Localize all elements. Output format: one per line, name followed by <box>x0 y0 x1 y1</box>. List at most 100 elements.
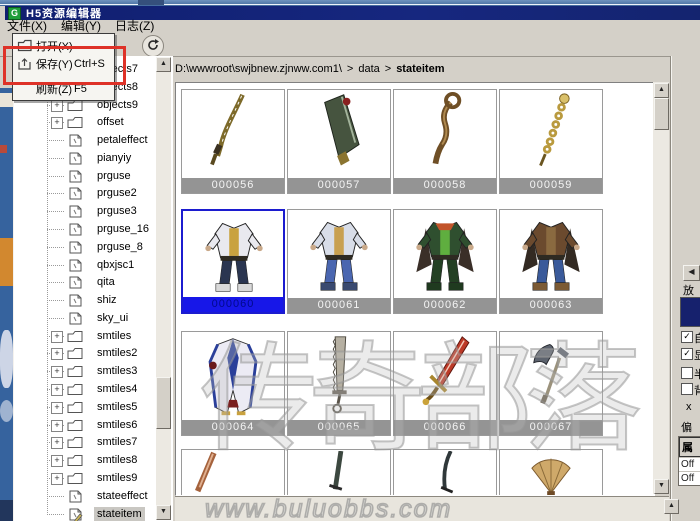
sidebar-item-sky_ui[interactable]: sky_ui <box>14 310 172 327</box>
tree-expander-icon[interactable]: + <box>51 455 63 467</box>
sidebar-item-stateitem[interactable]: stateitem <box>14 506 172 521</box>
sidebar-item-smtiles5[interactable]: +smtiles5 <box>14 399 172 416</box>
sidebar-item-petaleffect[interactable]: petaleffect <box>14 132 172 149</box>
sidebar-item-smtiles8[interactable]: + smtiles8 <box>14 452 172 469</box>
file-icon <box>66 186 84 204</box>
tree-expander-icon[interactable]: + <box>51 100 63 112</box>
item-sprite-curved-sword <box>183 91 283 178</box>
sidebar-item-prguse3[interactable]: prguse3 <box>14 203 172 220</box>
sidebar-item-label: prguse2 <box>94 186 140 200</box>
sidebar-item-stateeffect[interactable]: stateeffect <box>14 488 172 505</box>
tree-expander-icon[interactable]: + <box>51 366 63 378</box>
item-sprite-red-sword <box>395 333 495 420</box>
horizontal-scrollbar[interactable] <box>175 496 669 521</box>
grid-tile-000062[interactable]: 000062 <box>393 209 497 314</box>
rotate-toolbar-button[interactable] <box>142 35 164 57</box>
zoom-button[interactable]: 放 <box>683 282 694 298</box>
sidebar-item-label: prguse <box>94 169 134 183</box>
breadcrumb-folder-data[interactable]: data <box>358 63 379 75</box>
grid-tile-000065[interactable]: 000065 <box>287 331 391 436</box>
grid-tile-partial-1[interactable] <box>287 449 391 496</box>
tree-expander-icon[interactable]: + <box>51 348 63 360</box>
menu-item-0[interactable]: 文件(X) <box>0 20 54 33</box>
grid-tile-000066[interactable]: 000066 <box>393 331 497 436</box>
grid-scroll-thumb[interactable] <box>654 98 669 130</box>
grid-tile-000064[interactable]: 000064 <box>181 331 285 436</box>
sidebar-item-smtiles4[interactable]: +smtiles4 <box>14 381 172 398</box>
sidebar-item-prguse_8[interactable]: prguse_8 <box>14 239 172 256</box>
grid-tile-000067[interactable]: 000067 <box>499 331 603 436</box>
title-bar[interactable]: G H5资源编辑器 <box>5 6 700 20</box>
sidebar-item-qita[interactable]: qita <box>14 274 172 291</box>
breadcrumb-current[interactable]: stateitem <box>396 63 444 75</box>
tree-scroll-thumb[interactable] <box>156 377 171 429</box>
x-label: x <box>686 401 692 413</box>
grid-tile-partial-3[interactable] <box>499 449 603 496</box>
grid-tile-000056[interactable]: 000056 <box>181 89 285 194</box>
property-row-0[interactable]: Off <box>679 457 700 471</box>
sidebar-item-smtiles7[interactable]: +smtiles7 <box>14 434 172 451</box>
grid-tile-000059[interactable]: 000059 <box>499 89 603 194</box>
checkbox-0[interactable]: ✓ <box>681 331 693 343</box>
sidebar-item-label: petaleffect <box>94 133 151 147</box>
tile-label: 000062 <box>394 298 496 313</box>
tree-connector <box>47 265 64 266</box>
tree-expander-icon[interactable]: + <box>51 402 63 414</box>
tree-expander-icon[interactable]: + <box>51 437 63 449</box>
property-row-1[interactable]: Off <box>679 471 700 485</box>
grid-tile-000061[interactable]: 000061 <box>287 209 391 314</box>
color-swatch[interactable] <box>680 297 700 327</box>
tree-scroll-up-button[interactable]: ▲ <box>156 57 171 72</box>
sidebar-item-label: smtiles8 <box>94 453 140 467</box>
breadcrumb-separator: > <box>385 63 391 75</box>
file-icon <box>66 293 84 311</box>
tree-expander-icon[interactable]: + <box>51 473 63 485</box>
grid-scrollbar[interactable] <box>653 82 669 494</box>
offset-label: 偏 <box>681 419 692 435</box>
panel-scroll-up-button[interactable]: ▲ <box>664 499 679 514</box>
menu-item-1[interactable]: 编辑(Y) <box>54 20 108 33</box>
grid-tile-000058[interactable]: 000058 <box>393 89 497 194</box>
tree-expander-icon[interactable]: + <box>51 117 63 129</box>
sidebar-item-smtiles3[interactable]: +smtiles3 <box>14 363 172 380</box>
grid-scroll-down-button[interactable]: ▼ <box>654 479 669 494</box>
file-icon <box>66 240 84 258</box>
sidebar-item-pianyiy[interactable]: pianyiy <box>14 150 172 167</box>
tree-scroll-down-button[interactable]: ▼ <box>156 505 171 520</box>
sidebar-item-smtiles6[interactable]: + smtiles6 <box>14 417 172 434</box>
sidebar-item-smtiles9[interactable]: +smtiles9 <box>14 470 172 487</box>
sidebar-item-offset[interactable]: +offset <box>14 114 172 131</box>
grid-tile-partial-2[interactable] <box>393 449 497 496</box>
item-sprite-staff <box>395 91 495 178</box>
sidebar-item-qbxjsc1[interactable]: qbxjsc1 <box>14 257 172 274</box>
grid-tile-partial-0[interactable] <box>181 449 285 496</box>
sidebar-item-label: smtiles6 <box>94 418 140 432</box>
sidebar-item-prguse2[interactable]: prguse2 <box>14 185 172 202</box>
collapse-panel-button[interactable]: ◀ <box>683 265 700 281</box>
sidebar-item-label: stateeffect <box>94 489 151 503</box>
sidebar-item-label: qita <box>94 275 118 289</box>
breadcrumb: D:\wwwroot\swjbnew.zjnww.com1\ > data > … <box>175 58 655 80</box>
folder-icon <box>66 435 84 453</box>
grid-tile-000057[interactable]: 000057 <box>287 89 391 194</box>
tile-label: 000058 <box>394 178 496 193</box>
sidebar-item-prguse_16[interactable]: prguse_16 <box>14 221 172 238</box>
menu-item-2[interactable]: 日志(Z) <box>108 20 161 33</box>
sidebar-item-prguse[interactable]: prguse <box>14 168 172 185</box>
checkbox-2[interactable] <box>681 367 693 379</box>
sidebar-item-smtiles[interactable]: +smtiles <box>14 328 172 345</box>
tree-expander-icon[interactable]: + <box>51 331 63 343</box>
grid-tile-000063[interactable]: 000063 <box>499 209 603 314</box>
tree-expander-icon[interactable]: + <box>51 384 63 396</box>
sidebar-item-smtiles2[interactable]: +smtiles2 <box>14 345 172 362</box>
grid-scroll-up-button[interactable]: ▲ <box>654 83 669 98</box>
grid-tile-000060[interactable]: 000060 <box>181 209 285 314</box>
tree-scrollbar[interactable] <box>156 57 171 519</box>
property-table: 属 OffOff <box>678 436 700 486</box>
tree-expander-icon[interactable]: + <box>51 420 63 432</box>
sidebar-item-shiz[interactable]: shiz <box>14 292 172 309</box>
checkbox-3[interactable] <box>681 383 693 395</box>
checkbox-1[interactable]: ✓ <box>681 348 693 360</box>
file-icon <box>66 311 84 329</box>
sidebar-item-label: pianyiy <box>94 151 134 165</box>
